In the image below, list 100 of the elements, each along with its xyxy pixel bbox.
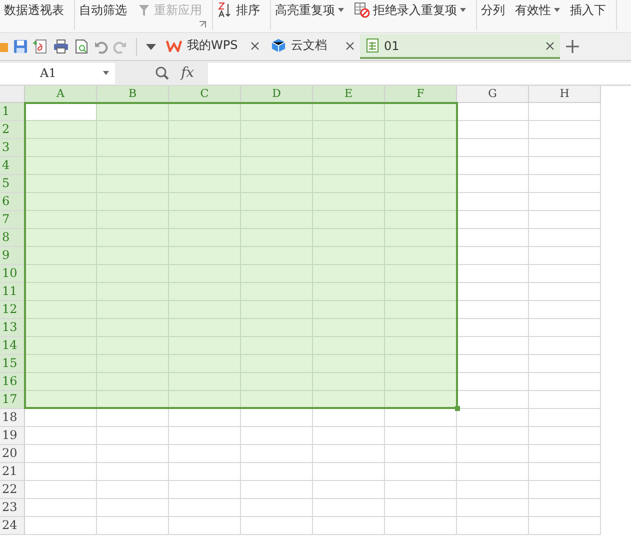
grid-cell[interactable] — [313, 229, 385, 247]
grid-cell[interactable] — [241, 517, 313, 535]
formula-input[interactable] — [208, 62, 631, 84]
grid-cell[interactable] — [385, 499, 457, 517]
grid-cell[interactable] — [241, 463, 313, 481]
grid-cell[interactable] — [97, 463, 169, 481]
grid-cell[interactable] — [385, 463, 457, 481]
grid-cell[interactable] — [241, 103, 313, 121]
grid-cell[interactable] — [457, 445, 529, 463]
grid-cell[interactable] — [241, 265, 313, 283]
grid-cell[interactable] — [313, 463, 385, 481]
grid-cell[interactable] — [457, 247, 529, 265]
document-tab[interactable]: 我的WPS — [160, 34, 265, 59]
grid-cell[interactable] — [97, 337, 169, 355]
row-header[interactable]: 24 — [0, 517, 25, 535]
row-header[interactable]: 16 — [0, 373, 25, 391]
grid-cell[interactable] — [385, 247, 457, 265]
grid-cell[interactable] — [529, 517, 601, 535]
grid-cell[interactable] — [313, 265, 385, 283]
zoom-icon[interactable] — [155, 66, 169, 80]
grid-cell[interactable] — [457, 103, 529, 121]
grid-cell[interactable] — [241, 427, 313, 445]
grid-cell[interactable] — [457, 121, 529, 139]
row-header[interactable]: 7 — [0, 211, 25, 229]
ribbon-button[interactable]: 插入下 — [568, 2, 608, 18]
column-header[interactable]: H — [529, 86, 601, 103]
grid-cell[interactable] — [529, 355, 601, 373]
grid-cell[interactable] — [529, 373, 601, 391]
row-header[interactable]: 19 — [0, 427, 25, 445]
grid-cell[interactable] — [457, 301, 529, 319]
grid-cell[interactable] — [169, 265, 241, 283]
row-header[interactable]: 8 — [0, 229, 25, 247]
grid-cell[interactable] — [313, 517, 385, 535]
grid-cell[interactable] — [313, 139, 385, 157]
grid-cell[interactable] — [313, 103, 385, 121]
name-box[interactable]: A1 — [0, 62, 115, 84]
grid-cell[interactable] — [385, 283, 457, 301]
grid-cell[interactable] — [529, 337, 601, 355]
close-icon[interactable] — [346, 42, 354, 50]
grid-cell[interactable] — [169, 121, 241, 139]
grid-cell[interactable] — [457, 499, 529, 517]
grid-cell[interactable] — [385, 103, 457, 121]
document-tab[interactable]: 01 — [360, 34, 560, 59]
grid-cell[interactable] — [529, 391, 601, 409]
grid-cell[interactable] — [313, 481, 385, 499]
row-header[interactable]: 21 — [0, 463, 25, 481]
grid-cell[interactable] — [25, 427, 97, 445]
grid-cell[interactable] — [529, 283, 601, 301]
grid-cell[interactable] — [97, 265, 169, 283]
grid-cell[interactable] — [385, 229, 457, 247]
document-tab[interactable]: 云文档 — [265, 34, 360, 59]
printer-icon[interactable] — [53, 39, 69, 54]
grid-cell[interactable] — [169, 409, 241, 427]
grid-cell[interactable] — [529, 193, 601, 211]
grid-cell[interactable] — [529, 157, 601, 175]
grid-cell[interactable] — [529, 409, 601, 427]
row-header[interactable]: 22 — [0, 481, 25, 499]
grid-cell[interactable] — [457, 409, 529, 427]
grid-cell[interactable] — [241, 175, 313, 193]
grid-cell[interactable] — [529, 121, 601, 139]
grid-cell[interactable] — [25, 175, 97, 193]
grid-cell[interactable] — [385, 121, 457, 139]
grid-cell[interactable] — [529, 247, 601, 265]
row-header[interactable]: 9 — [0, 247, 25, 265]
grid-cell[interactable] — [97, 157, 169, 175]
grid-cell[interactable] — [241, 481, 313, 499]
row-header[interactable]: 15 — [0, 355, 25, 373]
ribbon-button[interactable]: 数据透视表 — [2, 2, 66, 18]
grid-cell[interactable] — [25, 265, 97, 283]
grid-cell[interactable] — [97, 103, 169, 121]
grid-cell[interactable] — [25, 337, 97, 355]
grid-cell[interactable] — [169, 229, 241, 247]
select-all-corner[interactable] — [0, 86, 25, 103]
grid-cell[interactable] — [25, 517, 97, 535]
grid-cell[interactable] — [385, 409, 457, 427]
column-header[interactable]: A — [25, 86, 97, 103]
grid-cell[interactable] — [457, 211, 529, 229]
grid-cell[interactable] — [457, 193, 529, 211]
grid-cell[interactable] — [529, 499, 601, 517]
print-preview-icon[interactable] — [74, 39, 89, 54]
grid-cell[interactable] — [25, 301, 97, 319]
grid-cell[interactable] — [313, 193, 385, 211]
grid-cell[interactable] — [313, 283, 385, 301]
grid-cell[interactable] — [97, 319, 169, 337]
grid-cell[interactable] — [457, 265, 529, 283]
grid-cell[interactable] — [385, 319, 457, 337]
grid-cell[interactable] — [457, 355, 529, 373]
row-header[interactable]: 2 — [0, 121, 25, 139]
grid-cell[interactable] — [385, 139, 457, 157]
grid-cell[interactable] — [241, 445, 313, 463]
grid-cell[interactable] — [169, 301, 241, 319]
grid-cell[interactable] — [169, 355, 241, 373]
grid-cell[interactable] — [169, 445, 241, 463]
row-header[interactable]: 11 — [0, 283, 25, 301]
row-header[interactable]: 4 — [0, 157, 25, 175]
grid-cell[interactable] — [241, 139, 313, 157]
grid-cell[interactable] — [457, 229, 529, 247]
column-header[interactable]: C — [169, 86, 241, 103]
grid-cell[interactable] — [385, 265, 457, 283]
row-header[interactable]: 6 — [0, 193, 25, 211]
